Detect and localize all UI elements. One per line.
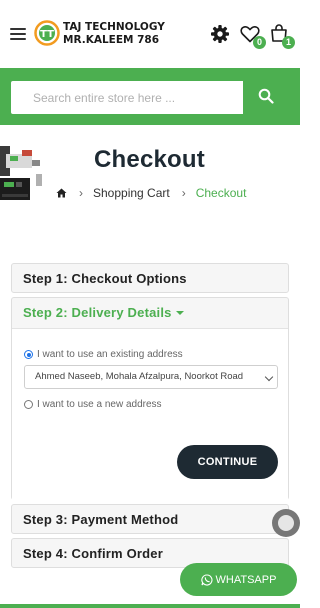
bottom-accent-bar (0, 604, 300, 608)
search-input[interactable] (11, 81, 243, 114)
brand-name: TAJ TECHNOLOGY MR.KALEEM 786 (63, 21, 165, 47)
chevron-down-icon (264, 372, 274, 382)
menu-icon[interactable] (10, 28, 26, 40)
wishlist-count-badge: 0 (253, 36, 266, 49)
breadcrumb-shopping-cart[interactable]: Shopping Cart (93, 186, 170, 200)
delivery-details-body: I want to use an existing address Ahmed … (12, 328, 288, 500)
page-title: Checkout (94, 146, 205, 173)
new-address-radio[interactable] (24, 400, 33, 409)
step-2-title[interactable]: Step 2: Delivery Details (23, 305, 184, 320)
breadcrumb-checkout: Checkout (195, 186, 247, 200)
new-address-option[interactable]: I want to use a new address (24, 399, 162, 410)
selected-address: Ahmed Naseeb, Mohala Afzalpura, Noorkot … (35, 371, 244, 382)
search-icon (258, 88, 274, 104)
logo-text: TT (40, 29, 54, 40)
new-address-label: I want to use a new address (37, 399, 162, 410)
step-3-panel[interactable]: Step 3: Payment Method (11, 504, 289, 534)
whatsapp-icon (200, 573, 213, 586)
logo: TT (34, 20, 60, 46)
brand-line-2: MR.KALEEM 786 (63, 34, 160, 46)
brand-line-1: TAJ TECHNOLOGY (63, 21, 165, 33)
caret-down-icon (175, 311, 184, 315)
gear-icon[interactable] (210, 24, 230, 44)
step-1-panel[interactable]: Step 1: Checkout Options (11, 263, 289, 293)
floating-action-button[interactable] (272, 509, 300, 537)
step-2-label: Step 2: Delivery Details (23, 305, 172, 320)
top-bar: TT TAJ TECHNOLOGY MR.KALEEM 786 0 1 (0, 0, 300, 68)
search-button[interactable] (243, 81, 289, 114)
existing-address-option[interactable]: I want to use an existing address (24, 349, 183, 360)
existing-address-label: I want to use an existing address (37, 349, 183, 360)
step-1-title[interactable]: Step 1: Checkout Options (23, 271, 187, 286)
step-2-panel: Step 2: Delivery Details I want to use a… (11, 297, 289, 500)
step-3-title[interactable]: Step 3: Payment Method (23, 512, 178, 527)
product-image (0, 146, 42, 200)
home-icon[interactable] (56, 188, 67, 198)
address-select[interactable]: Ahmed Naseeb, Mohala Afzalpura, Noorkot … (24, 365, 278, 389)
continue-button[interactable]: CONTINUE (177, 445, 278, 479)
step-4-title[interactable]: Step 4: Confirm Order (23, 546, 163, 561)
breadcrumb-separator: › (181, 186, 186, 200)
breadcrumb: › Shopping Cart › Checkout (56, 186, 246, 200)
cart-count-badge: 1 (282, 36, 295, 49)
whatsapp-button[interactable]: WHATSAPP (180, 563, 297, 596)
whatsapp-label: WHATSAPP (215, 573, 277, 586)
breadcrumb-separator: › (79, 186, 83, 200)
existing-address-radio[interactable] (24, 350, 33, 359)
